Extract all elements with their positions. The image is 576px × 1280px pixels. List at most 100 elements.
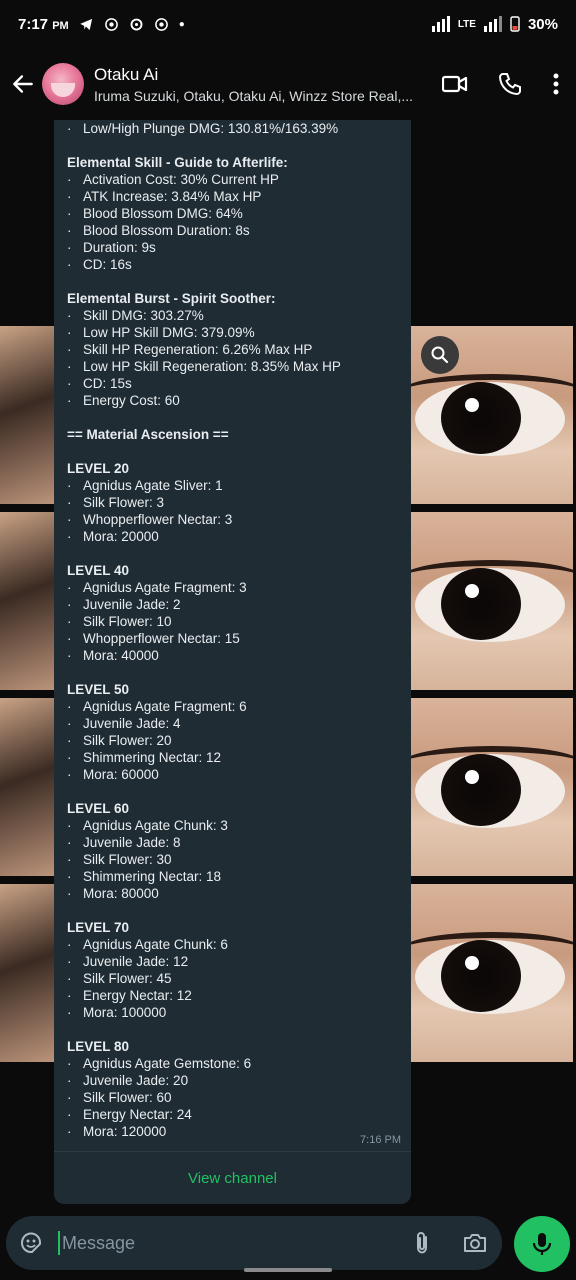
camera-icon[interactable] [462, 1231, 488, 1255]
list-item-text: Agnidus Agate Fragment: 3 [83, 580, 247, 595]
status-left: 7:17 PM ● [18, 16, 185, 33]
list-item-text: Mora: 100000 [83, 1005, 167, 1020]
bullet-icon: · [67, 223, 72, 238]
bullet-icon: · [67, 308, 72, 323]
list-item: · Mora: 100000 [67, 1004, 399, 1021]
image-search-button[interactable] [421, 336, 459, 374]
list-item-text: ATK Increase: 3.84% Max HP [83, 189, 262, 204]
list-item-text: Agnidus Agate Chunk: 6 [83, 937, 228, 952]
attach-icon[interactable] [412, 1230, 432, 1256]
list-item: · Silk Flower: 3 [67, 494, 399, 511]
list-item-text: Agnidus Agate Sliver: 1 [83, 478, 223, 493]
list-item: · Shimmering Nectar: 18 [67, 868, 399, 885]
list-item-text: Energy Cost: 60 [83, 393, 180, 408]
section-heading: LEVEL 20 [67, 460, 399, 477]
list-item-text: Silk Flower: 3 [83, 495, 165, 510]
list-item-text: Silk Flower: 20 [83, 733, 172, 748]
section-heading-text: LEVEL 40 [67, 563, 130, 578]
list-item-text: Shimmering Nectar: 18 [83, 869, 222, 884]
more-vert-icon[interactable] [552, 72, 560, 96]
bullet-icon: · [67, 614, 72, 629]
battery-level: 30% [527, 15, 558, 33]
video-call-icon[interactable] [442, 71, 468, 97]
list-item-text: Whopperflower Nectar: 15 [83, 631, 240, 646]
message-text: · Low/High Plunge DMG: 130.81%/163.39% Ele… [54, 120, 411, 1140]
message-input[interactable]: Message [6, 1216, 502, 1270]
bullet-icon: · [67, 1056, 72, 1071]
list-item: · Agnidus Agate Chunk: 6 [67, 936, 399, 953]
section-heading: LEVEL 50 [67, 681, 399, 698]
list-item: · Juvenile Jade: 4 [67, 715, 399, 732]
voice-message-button[interactable] [514, 1216, 570, 1272]
list-item-text: Low/High Plunge DMG: 130.81%/163.39% [83, 121, 339, 136]
list-item: · Agnidus Agate Fragment: 3 [67, 579, 399, 596]
list-item-text: Agnidus Agate Chunk: 3 [83, 818, 228, 833]
list-item: · Silk Flower: 20 [67, 732, 399, 749]
chat-info[interactable]: Otaku Ai Iruma Suzuki, Otaku, Otaku Ai, … [94, 65, 426, 104]
list-item-text: Juvenile Jade: 8 [83, 835, 181, 850]
view-channel-button[interactable]: View channel [54, 1152, 411, 1204]
home-indicator[interactable] [244, 1268, 332, 1272]
bullet-icon: · [67, 325, 72, 340]
list-item: · Activation Cost: 30% Current HP [67, 171, 399, 188]
bullet-icon: · [67, 529, 72, 544]
section-heading-text: LEVEL 70 [67, 920, 130, 935]
wallpaper-tile [0, 698, 54, 876]
section-heading-text: Elemental Skill - Guide to Afterlife: [67, 155, 288, 170]
avatar[interactable] [42, 63, 84, 105]
list-item-text: Silk Flower: 10 [83, 614, 172, 629]
list-item-text: Mora: 120000 [83, 1124, 167, 1139]
bullet-icon: · [67, 376, 72, 391]
list-item-text: Mora: 20000 [83, 529, 159, 544]
back-arrow-icon[interactable] [10, 71, 36, 97]
section-heading: LEVEL 80 [67, 1038, 399, 1055]
sticker-icon[interactable] [18, 1230, 44, 1256]
bullet-icon: · [67, 257, 72, 272]
list-item: · Mora: 60000 [67, 766, 399, 783]
eye-image [411, 512, 573, 690]
bullet-icon: · [67, 852, 72, 867]
list-item: · Mora: 40000 [67, 647, 399, 664]
bullet-icon: · [67, 818, 72, 833]
bullet-icon: · [67, 1124, 72, 1139]
list-item-text: Mora: 80000 [83, 886, 159, 901]
list-item-text: Low HP Skill DMG: 379.09% [83, 325, 255, 340]
list-item: · ATK Increase: 3.84% Max HP [67, 188, 399, 205]
list-item: · Juvenile Jade: 12 [67, 953, 399, 970]
list-item: · Silk Flower: 45 [67, 970, 399, 987]
list-item: · Whopperflower Nectar: 15 [67, 630, 399, 647]
phone-call-icon[interactable] [498, 72, 522, 96]
section-heading: LEVEL 70 [67, 919, 399, 936]
wallpaper-tile [0, 884, 54, 1062]
list-item: · Skill DMG: 303.27% [67, 307, 399, 324]
list-item: · CD: 15s [67, 375, 399, 392]
message-bubble[interactable]: · Low/High Plunge DMG: 130.81%/163.39% Ele… [54, 120, 411, 1204]
signal-icon [483, 16, 502, 32]
list-item: · Agnidus Agate Sliver: 1 [67, 477, 399, 494]
list-item-text: Activation Cost: 30% Current HP [83, 172, 279, 187]
list-item-text: Low HP Skill Regeneration: 8.35% Max HP [83, 359, 341, 374]
list-item-text: Mora: 60000 [83, 767, 159, 782]
telegram-icon [79, 18, 92, 30]
list-item-text: Energy Nectar: 24 [83, 1107, 192, 1122]
list-item: · Duration: 9s [67, 239, 399, 256]
bullet-icon: · [67, 240, 72, 255]
section-heading: == Material Ascension == [67, 426, 399, 443]
list-item-text: Agnidus Agate Fragment: 6 [83, 699, 247, 714]
list-item: · Agnidus Agate Chunk: 3 [67, 817, 399, 834]
list-item-text: Duration: 9s [83, 240, 156, 255]
status-right: LTE 30% [431, 15, 558, 33]
list-item-text: Juvenile Jade: 12 [83, 954, 189, 969]
section-heading: Elemental Skill - Guide to Afterlife: [67, 154, 399, 171]
list-item: · Mora: 120000 [67, 1123, 399, 1140]
list-item: · Low HP Skill DMG: 379.09% [67, 324, 399, 341]
list-item-text: Energy Nectar: 12 [83, 988, 192, 1003]
list-item: · CD: 16s [67, 256, 399, 273]
bullet-icon: · [67, 699, 72, 714]
list-item: · Juvenile Jade: 20 [67, 1072, 399, 1089]
chatgpt-icon [130, 18, 143, 30]
